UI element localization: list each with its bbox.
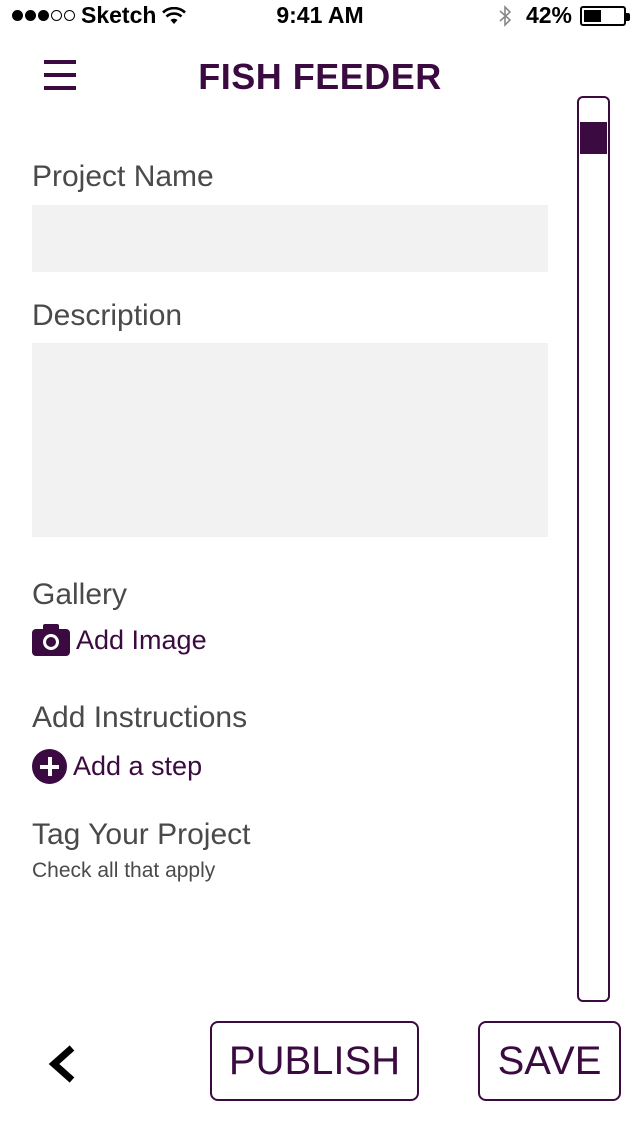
tags-hint: Check all that apply (32, 859, 216, 882)
chevron-left-icon[interactable] (44, 1044, 80, 1084)
battery-percent: 42% (525, 2, 572, 28)
save-button[interactable]: SAVE (478, 1021, 621, 1101)
battery-icon (580, 5, 630, 26)
add-image-label: Add Image (76, 624, 207, 655)
battery-nub (626, 12, 630, 21)
bluetooth-icon (499, 4, 512, 27)
description-label: Description (32, 299, 183, 332)
status-bar: Sketch 9:41 AM 42% (0, 0, 640, 30)
instructions-label: Add Instructions (32, 701, 248, 734)
battery-fill (584, 9, 601, 22)
gallery-label: Gallery (32, 578, 128, 611)
tags-label: Tag Your Project (32, 818, 251, 851)
project-name-input[interactable] (32, 205, 548, 272)
project-name-label: Project Name (32, 160, 214, 193)
add-step-button[interactable]: Add a step (32, 749, 202, 784)
publish-button[interactable]: PUBLISH (210, 1021, 419, 1101)
add-image-button[interactable]: Add Image (32, 624, 207, 656)
plus-circle-icon (32, 749, 67, 784)
scrollbar-thumb[interactable] (580, 122, 607, 154)
add-step-label: Add a step (73, 751, 203, 781)
scrollbar-track[interactable] (577, 96, 610, 1002)
page-title: FISH FEEDER (198, 56, 442, 97)
description-textarea[interactable] (32, 343, 548, 537)
camera-icon (32, 624, 70, 656)
create-project-screen: Sketch 9:41 AM 42% FISH FEEDER Project N… (0, 0, 640, 1136)
status-right-area: 42% (498, 2, 630, 29)
